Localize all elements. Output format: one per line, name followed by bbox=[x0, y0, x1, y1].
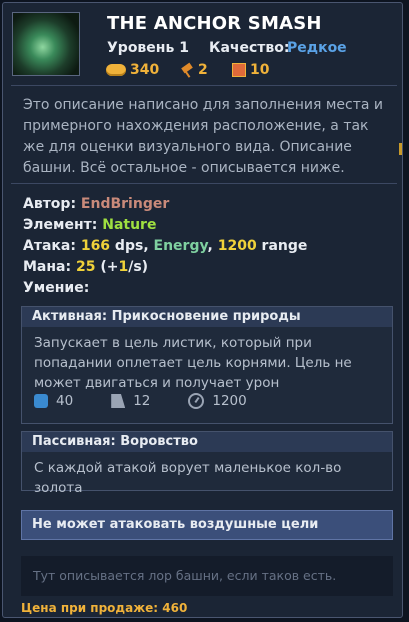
mana-cost-param: 40 bbox=[34, 393, 73, 409]
ability-row: Умение: bbox=[23, 278, 307, 299]
range-value: 1200 bbox=[212, 393, 247, 409]
active-skill-params: 40 12 1200 bbox=[34, 393, 285, 409]
description-divider bbox=[11, 183, 397, 184]
author-label: Автор: bbox=[23, 196, 77, 212]
attack-range-unit: range bbox=[256, 238, 308, 254]
attack-range: 1200 bbox=[217, 238, 257, 254]
quality-value: Редкое bbox=[287, 40, 347, 56]
passive-skill-text: С каждой атакой ворует маленькое кол-во … bbox=[34, 460, 342, 496]
attack-comma: , bbox=[207, 238, 218, 254]
range-param: 1200 bbox=[188, 393, 247, 409]
cooldown-icon bbox=[111, 394, 126, 408]
author-value: EndBringer bbox=[80, 196, 170, 212]
mana-row: Мана: 25 (+1/s) bbox=[23, 257, 307, 278]
mana-cost-value: 40 bbox=[56, 393, 74, 409]
mana-regen-close: /s) bbox=[128, 259, 149, 275]
element-label: Элемент: bbox=[23, 217, 98, 233]
book-icon bbox=[232, 63, 246, 77]
attack-type: Energy bbox=[153, 238, 208, 254]
resource-coins-value: 340 bbox=[130, 62, 160, 78]
attack-row: Атака: 166 dps, Energy, 1200 range bbox=[23, 236, 307, 257]
tower-lore: Тут описывается лор башни, если таков ес… bbox=[21, 556, 393, 596]
tower-stats: Автор: EndBringer Элемент: Nature Атака:… bbox=[23, 194, 307, 299]
resource-hammer-value: 2 bbox=[198, 62, 208, 78]
edge-marker bbox=[399, 143, 402, 155]
passive-skill-header: Пассивная: Воровство bbox=[22, 432, 392, 452]
ability-label: Умение: bbox=[23, 280, 90, 296]
active-skill-block: Активная: Прикосновение природы Запускае… bbox=[21, 306, 393, 424]
attack-dps-unit: dps, bbox=[110, 238, 154, 254]
coins-icon bbox=[106, 64, 126, 76]
active-skill-header: Активная: Прикосновение природы bbox=[22, 307, 392, 327]
passive-skill-block: Пассивная: Воровство С каждой атакой вор… bbox=[21, 431, 393, 496]
resource-coins: 340 bbox=[106, 61, 159, 79]
author-row: Автор: EndBringer bbox=[23, 194, 307, 215]
cooldown-param: 12 bbox=[111, 393, 150, 409]
resource-book-value: 10 bbox=[250, 62, 270, 78]
quality-label: Качество: bbox=[209, 40, 290, 56]
cooldown-value: 12 bbox=[133, 393, 151, 409]
mana-value: 25 bbox=[75, 259, 96, 275]
mana-regen-open: (+ bbox=[95, 259, 119, 275]
element-row: Элемент: Nature bbox=[23, 215, 307, 236]
hammer-icon bbox=[180, 63, 194, 77]
tower-tooltip-panel: THE ANCHOR SMASH Уровень 1 Качество: Ред… bbox=[2, 2, 403, 618]
mana-regen: 1 bbox=[118, 259, 129, 275]
tower-title: THE ANCHOR SMASH bbox=[107, 13, 322, 34]
resource-hammer: 2 bbox=[180, 61, 208, 79]
attack-dps: 166 bbox=[80, 238, 111, 254]
attack-label: Атака: bbox=[23, 238, 76, 254]
mana-label: Мана: bbox=[23, 259, 72, 275]
range-icon bbox=[188, 393, 205, 409]
mana-cost-icon bbox=[34, 394, 48, 408]
air-target-warning: Не может атаковать воздушные цели bbox=[21, 510, 393, 540]
resource-book: 10 bbox=[232, 61, 269, 79]
sell-price: Цена при продаже: 460 bbox=[21, 601, 188, 615]
tower-level: Уровень 1 bbox=[107, 40, 189, 56]
tower-description: Это описание написано для заполнения мес… bbox=[23, 97, 384, 176]
element-value: Nature bbox=[102, 217, 157, 233]
active-skill-text: Запускает в цель листик, который при поп… bbox=[34, 335, 352, 391]
header-divider bbox=[11, 85, 397, 86]
tower-portrait-image bbox=[12, 12, 80, 76]
